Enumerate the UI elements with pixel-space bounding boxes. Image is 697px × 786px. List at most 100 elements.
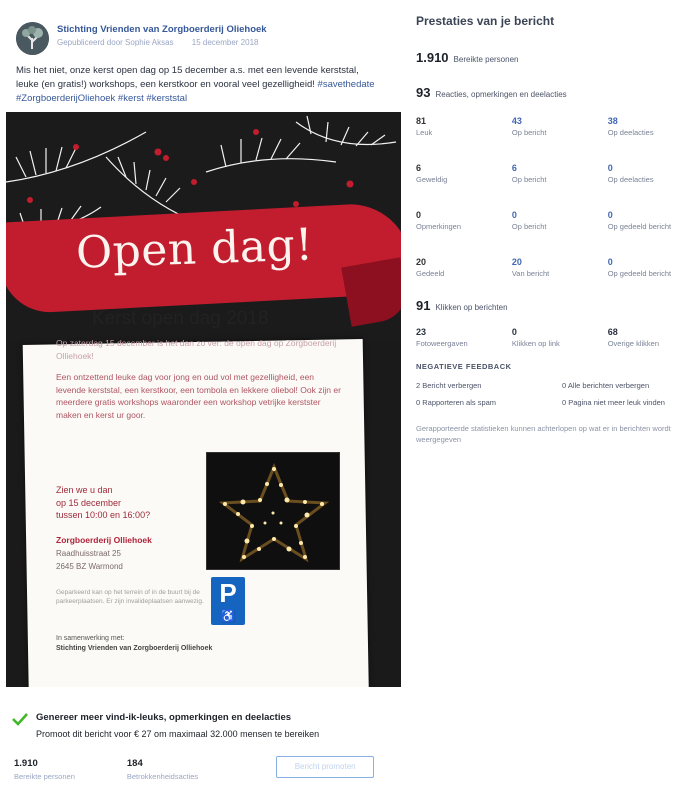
clicks-breakdown: 23 Fotoweergaven 0 Klikken op link 68 Overi…: [416, 327, 694, 348]
poster-collab-org: Stichting Vrienden van Zorgboerderij Oll…: [56, 645, 213, 652]
page-name-link[interactable]: Stichting Vrienden van Zorgboerderij Oli…: [57, 24, 274, 35]
reactions-breakdown: 81 Leuk 43 Op bericht 38 Op deelacties 6 Gew…: [416, 116, 694, 278]
breakdown-label: Van bericht: [511, 269, 550, 278]
reach-summary: 1.910 Bereikte personen: [416, 50, 694, 65]
poster-when-line2: op 15 december: [56, 497, 122, 508]
breakdown-value: 0: [511, 210, 517, 220]
breakdown-cell: 0 Op bericht: [512, 210, 608, 231]
breakdown-value: 6: [511, 163, 517, 173]
breakdown-cell: 20 Van bericht: [512, 257, 608, 278]
reach-number: 1.910: [416, 50, 449, 65]
wheelchair-icon: ♿: [220, 609, 236, 623]
post-card: Stichting Vrienden van Zorgboerderij Oli…: [6, 22, 401, 687]
clicks-summary: 91 Klikken op berichten: [416, 298, 694, 313]
poster-star-photo: [206, 452, 340, 570]
parking-letter: P: [219, 578, 237, 608]
breakdown-value: 0: [607, 163, 613, 173]
negative-feedback-item: 0 Rapporteren als spam: [416, 398, 497, 407]
breakdown-label: Op bericht: [511, 222, 547, 231]
breakdown-label: Leuk: [416, 128, 433, 137]
poster-heading: Kerst open dag 2018: [92, 308, 269, 329]
breakdown-cell: 38 Op deelacties: [608, 116, 694, 137]
breakdown-value: 0: [416, 210, 422, 220]
reactions-number: 93: [416, 85, 431, 100]
reach-label: Bereikte personen: [453, 55, 519, 64]
breakdown-value: 43: [511, 116, 522, 126]
clicks-cell-label: Fotoweergaven: [416, 339, 468, 348]
breakdown-value: 0: [607, 210, 613, 220]
breakdown-label: Op deelacties: [607, 128, 654, 137]
clicks-value: 23: [416, 327, 427, 337]
clicks-label: Klikken op berichten: [435, 303, 508, 312]
post-insights-panel: Prestaties van je bericht 1.910 Bereikte…: [416, 14, 694, 445]
parking-sign-icon: P ♿: [211, 577, 245, 625]
poster-when-line1: Zien we u dan: [56, 485, 113, 495]
breakdown-row-likes: 81 Leuk 43 Op bericht 38 Op deelacties: [416, 116, 694, 137]
post-meta: Gepubliceerd door Sophie Aksas 15 decemb…: [57, 38, 274, 47]
breakdown-cell: 6 Op bericht: [512, 163, 608, 184]
clicks-number: 91: [416, 298, 431, 313]
clicks-value: 68: [607, 327, 618, 337]
insights-title: Prestaties van je bericht: [416, 14, 555, 28]
post-header: Stichting Vrienden van Zorgboerderij Oli…: [6, 22, 401, 55]
clicks-cell-label: Klikken op link: [511, 339, 560, 348]
breakdown-label: Op gedeeld bericht: [607, 269, 672, 278]
poster-location-name: Zorgboerderij Olliehoek: [56, 535, 152, 545]
post-author: Gepubliceerd door Sophie Aksas: [57, 38, 174, 47]
poster-city: 2645 BZ Warmond: [56, 562, 123, 571]
breakdown-cell: 81 Leuk: [416, 116, 512, 137]
page-avatar[interactable]: [16, 22, 49, 55]
breakdown-value: 20: [511, 257, 522, 267]
footer-stat-reach: 1.910 Bereikte personen: [14, 758, 75, 781]
breakdown-cell: 0 Op deelacties: [608, 163, 694, 184]
breakdown-label: Gedeeld: [416, 269, 445, 278]
breakdown-label: Op deelacties: [607, 175, 654, 184]
post-footer-stats: 1.910 Bereikte personen 184 Betrokkenhei…: [14, 756, 375, 781]
breakdown-cell: 43 Op bericht: [512, 116, 608, 137]
poster-body: Op zaterdag 15 december is het dan zo ve…: [56, 337, 341, 430]
boost-post-button[interactable]: Bericht promoten: [276, 756, 375, 778]
reactions-label: Reacties, opmerkingen en deelacties: [435, 90, 567, 99]
clicks-cell: 23 Fotoweergaven: [416, 327, 512, 348]
footer-stat-reach-num: 1.910: [14, 758, 38, 769]
breakdown-cell: 20 Gedeeld: [416, 257, 512, 278]
clicks-value: 0: [511, 327, 517, 337]
poster-street: Raadhuisstraat 25: [56, 549, 121, 558]
post-text: Mis het niet, onze kerst open dag op 15 …: [16, 64, 376, 106]
breakdown-row-shares: 20 Gedeeld 20 Van bericht 0 Op gedeeld beri…: [416, 257, 694, 278]
breakdown-label: Op bericht: [511, 175, 547, 184]
breakdown-cell: 0 Opmerkingen: [416, 210, 512, 231]
check-icon: [12, 713, 28, 726]
footer-stat-reach-label: Bereikte personen: [14, 772, 75, 781]
poster-collab-label: In samenwerking met:: [56, 635, 125, 642]
promotion-subtitle: Promoot dit bericht voor € 27 om maximaa…: [36, 729, 320, 739]
poster-description: Een ontzettend leuke dag voor jong en ou…: [56, 372, 341, 420]
breakdown-row-comments: 0 Opmerkingen 0 Op bericht 0 Op gedeeld ber…: [416, 210, 694, 231]
breakdown-cell: 6 Geweldig: [416, 163, 512, 184]
breakdown-label: Op bericht: [511, 128, 547, 137]
clicks-cell-label: Overige klikken: [607, 339, 659, 348]
breakdown-cell: 0 Op gedeeld bericht: [608, 257, 694, 278]
breakdown-value: 0: [607, 257, 613, 267]
poster-collaboration: In samenwerking met: Stichting Vrienden …: [56, 634, 316, 654]
poster-when-line3: tussen 10:00 en 16:00?: [56, 510, 151, 520]
tree-logo-icon: [16, 22, 49, 55]
negative-feedback-item: 0 Alle berichten verbergen: [562, 381, 650, 390]
promotion-title: Genereer meer vind-ik-leuks, opmerkingen…: [36, 712, 292, 723]
poster-ribbon-fold: [341, 257, 401, 327]
poster-parking-text: Geparkeerd kan op het terrein of in de b…: [56, 589, 204, 605]
post-date[interactable]: 15 december 2018: [192, 38, 259, 47]
clicks-cell: 68 Overige klikken: [608, 327, 694, 348]
footer-stat-engagement-label: Betrokkenheidsacties: [126, 772, 199, 781]
poster-when: Zien we u dan op 15 december tussen 10:0…: [56, 484, 196, 522]
negative-feedback-title: NEGATIEVE FEEDBACK: [416, 362, 512, 371]
breakdown-value: 20: [416, 257, 427, 267]
breakdown-value: 38: [607, 116, 618, 126]
reactions-summary: 93 Reacties, opmerkingen en deelacties: [416, 85, 694, 100]
insights-footnote: Gerapporteerde statistieken kunnen achte…: [416, 424, 671, 444]
clicks-cell: 0 Klikken op link: [512, 327, 608, 348]
promotion-banner: Genereer meer vind-ik-leuks, opmerkingen…: [12, 712, 392, 739]
footer-stat-engagement-num: 184: [126, 758, 143, 769]
breakdown-cell: 0 Op gedeeld bericht: [608, 210, 694, 231]
post-image[interactable]: Open dag! Kerst open dag 2018 Op zaterda…: [6, 112, 401, 687]
